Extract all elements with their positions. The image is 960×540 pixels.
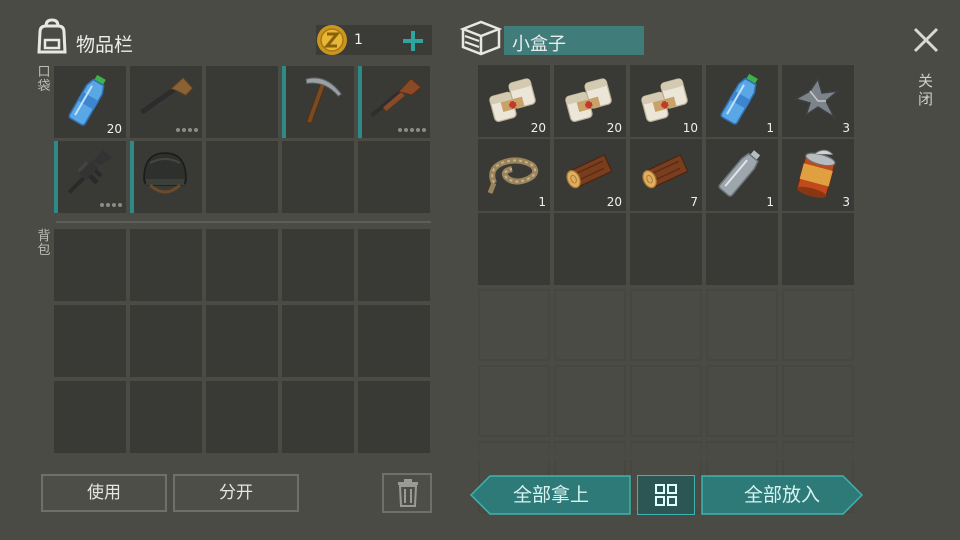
put-all-label: 全部放入: [743, 484, 820, 506]
container-slot-locked[interactable]: [554, 365, 626, 437]
put-all-button[interactable]: 全部放入: [701, 475, 863, 515]
slot-assault-rifle[interactable]: [54, 141, 126, 213]
item-count: 1: [766, 121, 774, 135]
slot-pickaxe[interactable]: [282, 66, 354, 138]
slot-canned-food[interactable]: 3: [782, 139, 854, 211]
item-count: 3: [842, 121, 850, 135]
container-slot-empty[interactable]: [630, 213, 702, 285]
backpack-slot-empty[interactable]: [358, 305, 430, 377]
pocket-slot-empty[interactable]: [282, 141, 354, 213]
backpack-slot-empty[interactable]: [54, 381, 126, 453]
split-button[interactable]: 分开: [173, 474, 299, 512]
add-coins-button[interactable]: [400, 28, 426, 54]
slot-bandage[interactable]: 20: [554, 65, 626, 137]
backpack-slot-empty[interactable]: [54, 305, 126, 377]
slot-water-bottle[interactable]: 20: [54, 66, 126, 138]
backpack-slot-empty[interactable]: [130, 381, 202, 453]
backpack-slot-empty[interactable]: [206, 381, 278, 453]
item-count: 1: [538, 195, 546, 209]
backpack-slot-empty[interactable]: [206, 305, 278, 377]
durability-dots: [100, 203, 122, 207]
item-count: 1: [766, 195, 774, 209]
backpack-slot-empty[interactable]: [130, 229, 202, 301]
container-slot-locked[interactable]: [706, 365, 778, 437]
slot-rope[interactable]: 1: [478, 139, 550, 211]
slot-bandage[interactable]: 10: [630, 65, 702, 137]
container-box-icon: [459, 20, 503, 56]
sort-button[interactable]: [637, 475, 695, 515]
durability-dots: [176, 128, 198, 132]
container-slot-locked[interactable]: [478, 365, 550, 437]
container-slot-empty[interactable]: [554, 213, 626, 285]
coin-count: 1: [354, 32, 363, 48]
slot-log[interactable]: 7: [630, 139, 702, 211]
slot-shotgun[interactable]: [130, 66, 202, 138]
inventory-title: 物品栏: [76, 34, 134, 56]
slot-hunting-rifle[interactable]: [358, 66, 430, 138]
take-all-label: 全部拿上: [512, 484, 589, 506]
slot-bandage[interactable]: 20: [478, 65, 550, 137]
container-scroll-fade: [470, 440, 865, 460]
close-label: 关闭: [918, 72, 934, 108]
slot-log[interactable]: 20: [554, 139, 626, 211]
pocket-label: 口袋: [37, 65, 51, 94]
durability-dots: [398, 128, 426, 132]
backpack-slot-empty[interactable]: [130, 305, 202, 377]
trash-icon: [398, 479, 418, 507]
container-slot-locked[interactable]: [706, 289, 778, 361]
backpack-label: 背包: [37, 229, 51, 258]
take-all-button[interactable]: 全部拿上: [470, 475, 632, 515]
close-button[interactable]: 关闭: [910, 26, 942, 116]
backpack-slot-empty[interactable]: [206, 229, 278, 301]
backpack-icon: [34, 18, 70, 56]
container-slot-locked[interactable]: [782, 289, 854, 361]
container-slot-locked[interactable]: [630, 289, 702, 361]
backpack-slot-empty[interactable]: [282, 229, 354, 301]
backpack-slot-empty[interactable]: [358, 229, 430, 301]
container-slot-locked[interactable]: [554, 289, 626, 361]
plus-icon: [403, 31, 423, 51]
slot-empty-bottle[interactable]: 1: [706, 139, 778, 211]
container-slot-locked[interactable]: [630, 365, 702, 437]
close-icon: [913, 27, 939, 53]
coin-icon: [316, 24, 348, 56]
item-count: 20: [606, 195, 622, 209]
backpack-slot-empty[interactable]: [282, 381, 354, 453]
pocket-divider: [56, 221, 431, 223]
pocket-slot-empty[interactable]: [358, 141, 430, 213]
container-slot-locked[interactable]: [782, 365, 854, 437]
backpack-slot-empty[interactable]: [54, 229, 126, 301]
container-slot-empty[interactable]: [782, 213, 854, 285]
item-count: 10: [682, 121, 698, 135]
item-count: 20: [106, 122, 122, 136]
item-count: 20: [530, 121, 546, 135]
backpack-slot-empty[interactable]: [358, 381, 430, 453]
item-count: 3: [842, 195, 850, 209]
slot-scrap-metal[interactable]: 3: [782, 65, 854, 137]
pocket-slot-empty[interactable]: [206, 141, 278, 213]
slot-helmet[interactable]: [130, 141, 202, 213]
item-count: 20: [606, 121, 622, 135]
backpack-slot-empty[interactable]: [282, 305, 354, 377]
sort-grid-icon: [655, 484, 677, 506]
use-button[interactable]: 使用: [41, 474, 167, 512]
trash-button[interactable]: [382, 473, 432, 513]
container-slot-empty[interactable]: [478, 213, 550, 285]
pocket-slot-empty[interactable]: [206, 66, 278, 138]
container-slot-empty[interactable]: [706, 213, 778, 285]
container-title: 小盒子: [512, 34, 566, 55]
item-count: 7: [690, 195, 698, 209]
slot-water-bottle[interactable]: 1: [706, 65, 778, 137]
container-slot-locked[interactable]: [478, 289, 550, 361]
